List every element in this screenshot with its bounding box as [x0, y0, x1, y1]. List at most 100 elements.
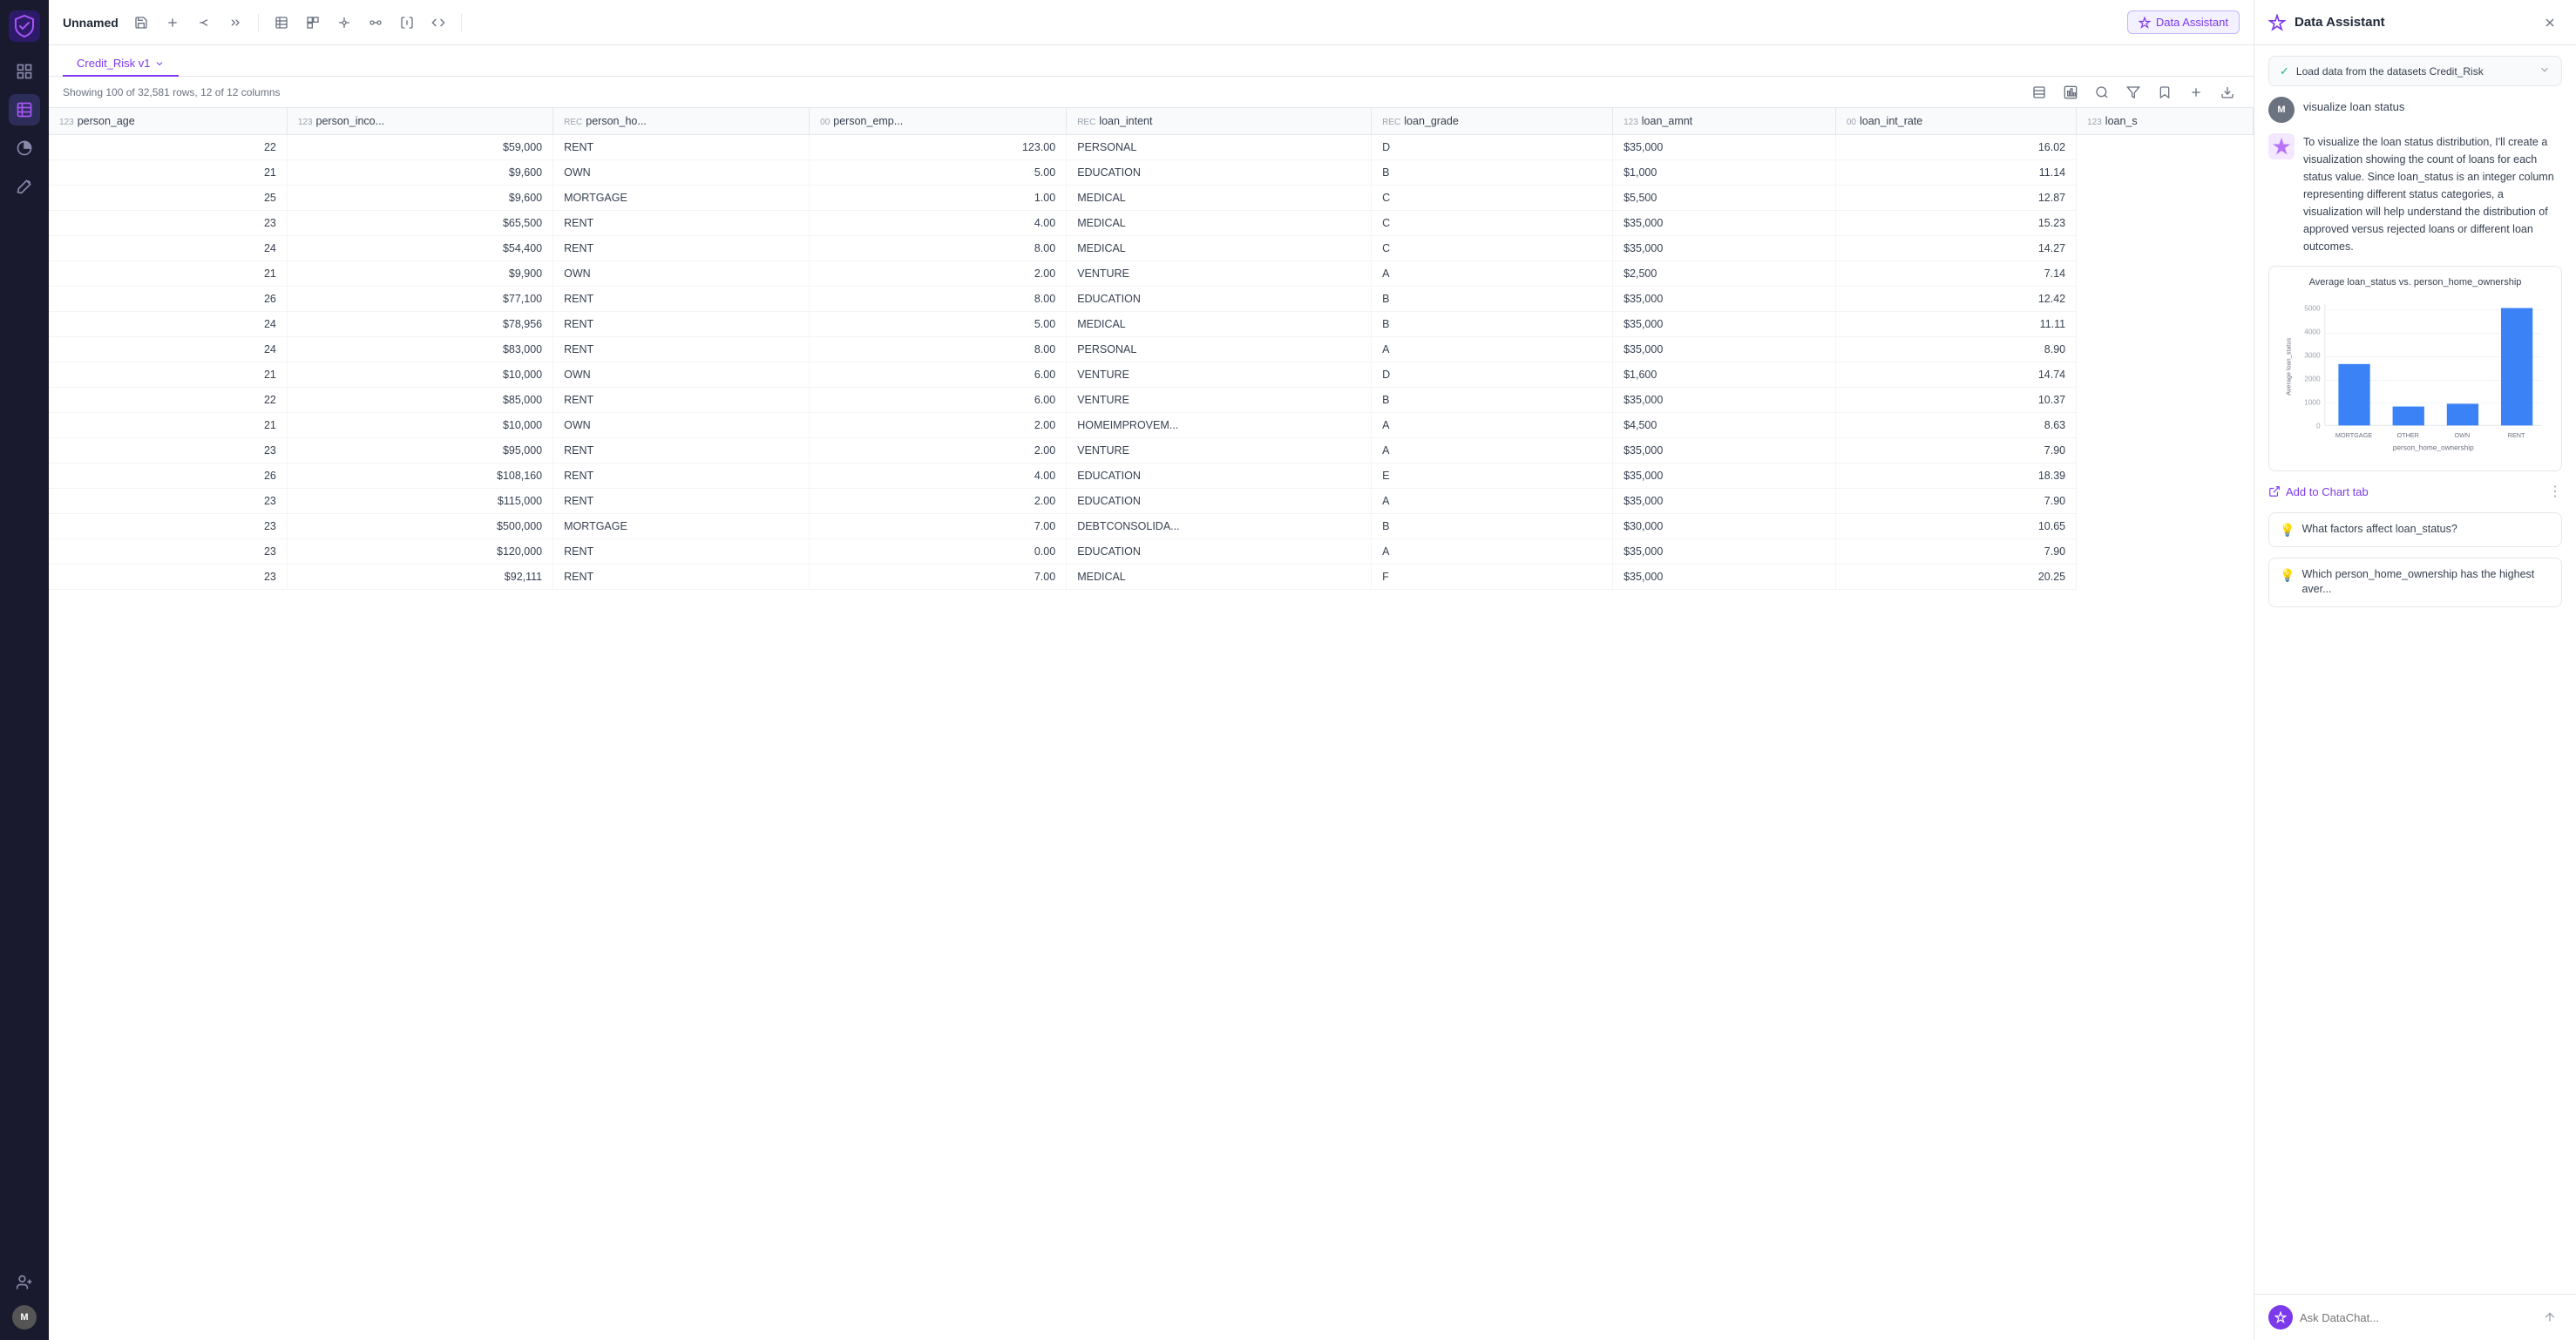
table-cell: 11.14 — [1835, 160, 2076, 186]
table-cell: 6.00 — [810, 362, 1067, 388]
table-cell: 8.90 — [1835, 337, 2076, 362]
query-icon-btn[interactable] — [2090, 80, 2114, 105]
formula-button[interactable] — [192, 10, 216, 35]
table-cell: $5,500 — [1613, 186, 1836, 211]
table-cell: MEDICAL — [1067, 186, 1372, 211]
bar-other — [2393, 407, 2424, 426]
col-loan-int-rate[interactable]: 00loan_int_rate — [1835, 108, 2076, 135]
table-row: 23$115,000RENT2.00EDUCATIONA$35,0007.90 — [49, 489, 2254, 514]
table-cell: A — [1372, 539, 1613, 565]
forward-button[interactable] — [223, 10, 247, 35]
download-icon-btn[interactable] — [2215, 80, 2240, 105]
table-cell: 11.11 — [1835, 312, 2076, 337]
col-loan-status[interactable]: 123loan_s — [2077, 108, 2254, 135]
ai-response-icon — [2268, 133, 2295, 159]
tab-label: Credit_Risk v1 — [77, 57, 151, 70]
table-cell: C — [1372, 186, 1613, 211]
table-cell: RENT — [553, 388, 810, 413]
table-cell: $59,000 — [287, 135, 552, 160]
col-person-home[interactable]: RECperson_ho... — [553, 108, 810, 135]
data-assistant-panel: Data Assistant ✓ Load data from the data… — [2254, 0, 2576, 1340]
svg-text:RENT: RENT — [2508, 431, 2525, 439]
bookmark-icon-btn[interactable] — [2152, 80, 2177, 105]
table-cell: MORTGAGE — [553, 186, 810, 211]
col-person-income[interactable]: 123person_inco... — [287, 108, 552, 135]
col-person-emp[interactable]: 00person_emp... — [810, 108, 1067, 135]
suggestion-text-1: What factors affect loan_status? — [2301, 522, 2457, 538]
sidebar-item-wand[interactable] — [9, 171, 40, 202]
table-cell: 12.87 — [1835, 186, 2076, 211]
ai-response-row: To visualize the loan status distributio… — [2268, 133, 2562, 255]
table-cell: $35,000 — [1613, 438, 1836, 464]
save-button[interactable] — [129, 10, 153, 35]
chat-input-field[interactable] — [2300, 1311, 2531, 1324]
table-cell: 10.65 — [1835, 514, 2076, 539]
filter-button[interactable] — [332, 10, 356, 35]
panel-close-button[interactable] — [2538, 10, 2562, 35]
more-options-button[interactable]: ⋮ — [2548, 483, 2562, 500]
table-cell: OWN — [553, 362, 810, 388]
table-row: 21$10,000OWN6.00VENTURED$1,60014.74 — [49, 362, 2254, 388]
table-cell: 12.42 — [1835, 287, 2076, 312]
chat-send-button[interactable] — [2538, 1305, 2562, 1330]
chat-input-area — [2254, 1294, 2576, 1340]
app-logo[interactable] — [9, 10, 40, 42]
panel-header: Data Assistant — [2254, 0, 2576, 45]
table-cell: $77,100 — [287, 287, 552, 312]
add-col-icon-btn[interactable] — [2184, 80, 2208, 105]
split-button[interactable] — [395, 10, 419, 35]
table-cell: 20.25 — [1835, 565, 2076, 590]
table-cell: $78,956 — [287, 312, 552, 337]
table-cell: $10,000 — [287, 413, 552, 438]
table-cell: $10,000 — [287, 362, 552, 388]
user-avatar[interactable]: M — [12, 1305, 37, 1330]
bar-mortgage — [2338, 364, 2369, 425]
suggestion-1[interactable]: 💡 What factors affect loan_status? — [2268, 512, 2562, 547]
table-cell: $65,500 — [287, 211, 552, 236]
add-to-chart-button[interactable]: Add to Chart tab — [2268, 482, 2369, 502]
panel-ai-icon — [2268, 14, 2286, 31]
table-icon-btn[interactable] — [2027, 80, 2051, 105]
table-view-button[interactable] — [269, 10, 294, 35]
table-cell: 22 — [49, 135, 287, 160]
col-loan-intent[interactable]: RECloan_intent — [1067, 108, 1372, 135]
code-button[interactable] — [426, 10, 451, 35]
table-row: 25$9,600MORTGAGE1.00MEDICALC$5,50012.87 — [49, 186, 2254, 211]
table-cell: B — [1372, 160, 1613, 186]
table-cell: RENT — [553, 287, 810, 312]
col-loan-grade[interactable]: RECloan_grade — [1372, 108, 1613, 135]
expand-icon[interactable] — [2539, 64, 2551, 78]
svg-text:MORTGAGE: MORTGAGE — [2335, 431, 2372, 439]
filter-icon-btn[interactable] — [2121, 80, 2146, 105]
table-cell: 23 — [49, 211, 287, 236]
table-cell: 8.00 — [810, 337, 1067, 362]
toolbar: Unnamed — [49, 0, 2254, 45]
table-cell: $83,000 — [287, 337, 552, 362]
info-actions — [2027, 80, 2240, 105]
col-loan-amnt[interactable]: 123loan_amnt — [1613, 108, 1836, 135]
table-row: 23$95,000RENT2.00VENTUREA$35,0007.90 — [49, 438, 2254, 464]
table-row: 22$85,000RENT6.00VENTUREB$35,00010.37 — [49, 388, 2254, 413]
table-row: 23$65,500RENT4.00MEDICALC$35,00015.23 — [49, 211, 2254, 236]
sidebar-item-grid[interactable] — [9, 56, 40, 87]
suggestion-2[interactable]: 💡 Which person_home_ownership has the hi… — [2268, 558, 2562, 607]
info-bar: Showing 100 of 32,581 rows, 12 of 12 col… — [49, 77, 2254, 108]
left-sidebar: M — [0, 0, 49, 1340]
chart-icon-btn[interactable] — [2058, 80, 2083, 105]
data-assistant-button[interactable]: Data Assistant — [2127, 10, 2240, 34]
table-cell: 24 — [49, 236, 287, 261]
sidebar-item-table[interactable] — [9, 94, 40, 125]
merge-button[interactable] — [363, 10, 388, 35]
pivot-button[interactable] — [301, 10, 325, 35]
tab-credit-risk[interactable]: Credit_Risk v1 — [63, 51, 179, 77]
table-cell: B — [1372, 312, 1613, 337]
svg-text:0: 0 — [2316, 421, 2321, 430]
sidebar-item-add-user[interactable] — [9, 1267, 40, 1298]
table-row: 21$9,900OWN2.00VENTUREA$2,5007.14 — [49, 261, 2254, 287]
table-cell: 7.90 — [1835, 438, 2076, 464]
table-cell: $35,000 — [1613, 489, 1836, 514]
sidebar-item-chart[interactable] — [9, 132, 40, 164]
col-person-age[interactable]: 123person_age — [49, 108, 287, 135]
table-cell: 10.37 — [1835, 388, 2076, 413]
add-button[interactable] — [160, 10, 185, 35]
